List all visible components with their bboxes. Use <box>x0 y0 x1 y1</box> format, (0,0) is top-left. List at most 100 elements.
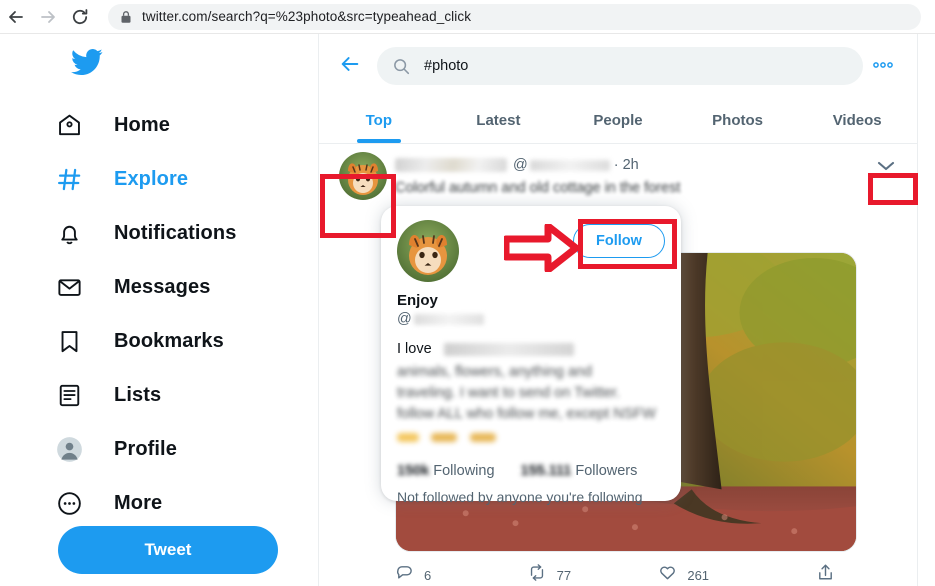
sidebar-item-notifications[interactable]: Notifications <box>56 206 306 260</box>
sidebar-item-label: Notifications <box>114 221 237 244</box>
sidebar-item-lists[interactable]: Lists <box>56 368 306 422</box>
like-button[interactable]: 261 <box>658 563 790 586</box>
chevron-down-icon <box>877 159 895 177</box>
profile-hover-card: Follow Enjoy @ I love animals, flowers, … <box>381 206 681 505</box>
reply-button[interactable]: 6 <box>395 563 527 586</box>
avatar[interactable] <box>339 152 387 200</box>
hover-card-avatar[interactable] <box>397 220 459 282</box>
reply-icon <box>395 563 414 586</box>
sidebar-item-more[interactable]: More <box>56 476 306 530</box>
ellipsis-circle-icon <box>56 490 100 517</box>
tab-photos[interactable]: Photos <box>678 98 798 143</box>
tweet-display-name-redacted <box>395 158 507 172</box>
envelope-icon <box>56 274 100 301</box>
sidebar-item-bookmarks[interactable]: Bookmarks <box>56 314 306 368</box>
search-icon <box>393 58 410 75</box>
retweet-icon <box>527 563 547 586</box>
hashtag-icon <box>56 166 100 193</box>
tab-top[interactable]: Top <box>319 98 439 143</box>
emoji-glyph <box>469 433 496 442</box>
sidebar-item-label: Home <box>114 113 170 136</box>
tweet-header: @ · 2h <box>395 154 903 176</box>
address-bar[interactable]: twitter.com/search?q=%23photo&src=typeah… <box>108 3 921 30</box>
handle-redacted <box>413 313 484 325</box>
url-text: twitter.com/search?q=%23photo&src=typeah… <box>142 9 472 24</box>
sidebar-nav: Home Explore Notifications Messages Book… <box>56 98 306 530</box>
home-icon <box>56 112 100 139</box>
tab-videos[interactable]: Videos <box>797 98 917 143</box>
search-settings-button[interactable] <box>863 57 903 75</box>
following-stat[interactable]: 150k Following <box>397 463 495 479</box>
sidebar-item-messages[interactable]: Messages <box>56 260 306 314</box>
forward-button[interactable] <box>32 1 64 33</box>
followers-count-redacted: 155.111 <box>520 463 572 479</box>
back-button[interactable] <box>0 1 32 33</box>
more-dots-icon <box>872 57 894 75</box>
left-sidebar: Home Explore Notifications Messages Book… <box>0 34 318 586</box>
hover-card-bio: I love <box>397 339 665 360</box>
search-input-value: #photo <box>424 58 469 74</box>
hover-card-note: Not followed by anyone you're following <box>397 489 643 505</box>
emoji-glyph <box>397 433 419 442</box>
right-gutter <box>919 34 935 586</box>
person-icon <box>56 436 100 463</box>
share-icon <box>816 563 835 586</box>
bookmark-icon <box>56 328 100 355</box>
like-count: 261 <box>687 567 710 583</box>
following-count-redacted: 150k <box>397 463 430 479</box>
retweet-button[interactable]: 77 <box>527 563 659 586</box>
hover-card-header: Follow <box>397 220 665 282</box>
reload-icon <box>70 7 90 27</box>
tiger-cub-avatar <box>397 220 459 282</box>
followers-stat[interactable]: 155.111 Followers <box>521 463 638 479</box>
hover-card-bio-emoji <box>397 429 665 449</box>
following-label: Following <box>433 463 495 479</box>
sidebar-item-label: Bookmarks <box>114 329 224 352</box>
sidebar-item-explore[interactable]: Explore <box>56 152 306 206</box>
list-icon <box>56 382 100 409</box>
tweet-caret-button[interactable] <box>871 156 901 180</box>
handle-redacted <box>529 159 610 171</box>
sidebar-item-home[interactable]: Home <box>56 98 306 152</box>
hover-card-stats: 150k Following 155.111 Followers <box>397 463 665 479</box>
followers-label: Followers <box>575 463 638 479</box>
hover-card-bio-lines: animals, flowers, anything and traveling… <box>397 362 665 425</box>
tweet-handle: @ <box>513 157 610 173</box>
follow-button[interactable]: Follow <box>573 224 665 258</box>
tiger-cub-avatar <box>339 152 387 200</box>
arrow-left-icon <box>6 7 26 27</box>
sidebar-item-profile[interactable]: Profile <box>56 422 306 476</box>
tweet-actions: 6 77 261 <box>395 560 835 586</box>
tab-people[interactable]: People <box>558 98 678 143</box>
reply-count: 6 <box>424 567 432 583</box>
lock-icon <box>120 10 132 24</box>
tweet-button[interactable]: Tweet <box>58 526 278 574</box>
bio-line-2: animals, flowers, anything and <box>397 364 593 380</box>
share-button[interactable] <box>816 563 835 586</box>
bio-first-words: I love <box>397 341 432 357</box>
heart-icon <box>658 563 677 586</box>
browser-toolbar: twitter.com/search?q=%23photo&src=typeah… <box>0 0 935 34</box>
sidebar-item-label: More <box>114 491 163 514</box>
tab-latest[interactable]: Latest <box>439 98 559 143</box>
sidebar-item-label: Explore <box>114 167 189 190</box>
arrow-left-icon <box>339 53 361 80</box>
bio-line-3: traveling. I want to send on Twitter. <box>397 385 620 401</box>
retweet-count: 77 <box>556 567 572 583</box>
twitter-bird-icon[interactable] <box>68 46 106 80</box>
bell-icon <box>56 220 100 247</box>
sidebar-item-label: Lists <box>114 383 162 406</box>
sidebar-item-label: Profile <box>114 437 177 460</box>
app-root: twitter.com/search?q=%23photo&src=typeah… <box>0 0 935 586</box>
tweet-text: Colorful autumn and old cottage in the f… <box>395 180 681 196</box>
search-tabs: Top Latest People Photos Videos <box>319 98 917 144</box>
hover-card-handle: @ <box>397 311 665 327</box>
arrow-right-icon <box>38 7 58 27</box>
bio-line-4: follow ALL who follow me, except NSFW <box>397 406 656 422</box>
twitter-page: Home Explore Notifications Messages Book… <box>0 34 935 586</box>
search-input[interactable]: #photo <box>377 47 863 85</box>
reload-button[interactable] <box>64 1 96 33</box>
back-to-timeline-button[interactable] <box>333 49 367 83</box>
hover-card-name: Enjoy <box>397 292 438 309</box>
sidebar-item-label: Messages <box>114 275 211 298</box>
